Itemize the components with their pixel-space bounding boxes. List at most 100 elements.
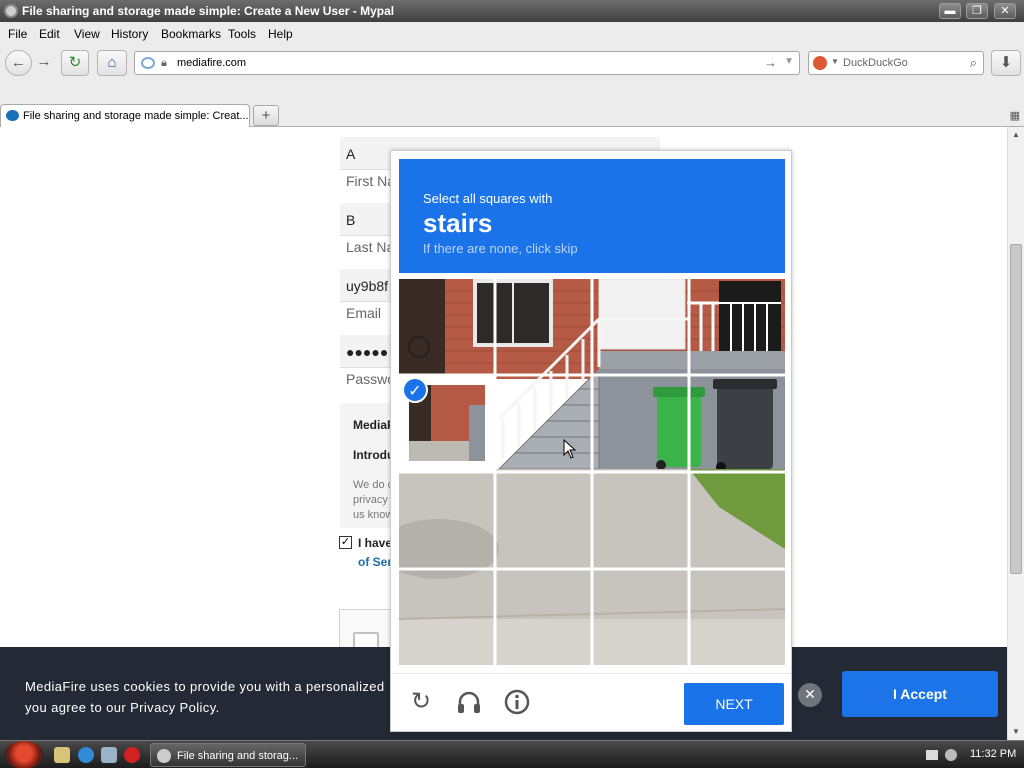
grid-tile[interactable] bbox=[495, 569, 591, 665]
tab-mediafire[interactable]: File sharing and storage made simple: Cr… bbox=[0, 104, 250, 127]
grid-tile[interactable] bbox=[592, 375, 688, 471]
close-window-button[interactable]: ✕ bbox=[994, 3, 1016, 19]
grid-tile[interactable] bbox=[399, 569, 495, 665]
menu-edit[interactable]: Edit bbox=[39, 27, 60, 41]
first-name-label: First Na bbox=[346, 173, 395, 189]
plus-icon: + bbox=[261, 107, 271, 124]
cookie-message-line: MediaFire uses cookies to provide you wi… bbox=[25, 679, 385, 694]
minimize-button[interactable]: ▬ bbox=[939, 3, 961, 19]
challenge-header: Select all squares with stairs If there … bbox=[399, 159, 785, 273]
grid-tile[interactable] bbox=[592, 569, 688, 665]
menu-file[interactable]: File bbox=[8, 27, 27, 41]
info-paragraph-line: We do c bbox=[353, 479, 394, 491]
cookie-message: MediaFire uses cookies to provide you wi… bbox=[25, 676, 385, 718]
go-arrow-icon[interactable]: → bbox=[764, 55, 777, 70]
menu-history[interactable]: History bbox=[111, 27, 148, 41]
info-paragraph-line: us know bbox=[353, 509, 394, 521]
next-button[interactable]: NEXT bbox=[684, 683, 784, 725]
grid-tile[interactable] bbox=[592, 279, 688, 375]
first-name-value: A bbox=[346, 146, 356, 162]
system-tray-icons[interactable] bbox=[925, 747, 961, 763]
window-titlebar: File sharing and storage made simple: Cr… bbox=[0, 0, 1024, 22]
duckduckgo-icon[interactable] bbox=[813, 56, 827, 70]
search-engine-dropdown-icon[interactable]: ▼ bbox=[831, 57, 839, 66]
email-label: Email bbox=[346, 305, 382, 321]
tile-selected-check-icon: ✓ bbox=[402, 377, 428, 403]
site-identity-icon[interactable] bbox=[141, 57, 155, 69]
password-value: ●●●●● bbox=[346, 344, 389, 360]
headphones-icon bbox=[458, 691, 480, 713]
quicklaunch-opera-icon[interactable] bbox=[124, 747, 140, 763]
grid-tile[interactable] bbox=[689, 472, 785, 568]
search-input[interactable]: DuckDuckGo bbox=[843, 57, 908, 69]
home-button[interactable]: ⌂ bbox=[97, 50, 127, 76]
grid-tile[interactable] bbox=[689, 569, 785, 665]
quicklaunch-ie-icon[interactable] bbox=[78, 747, 94, 763]
back-arrow-icon: ← bbox=[11, 54, 26, 71]
search-icon[interactable]: ⌕ bbox=[970, 55, 977, 71]
scroll-down-icon[interactable]: ▼ bbox=[1008, 724, 1024, 740]
scrollbar-thumb[interactable] bbox=[1010, 244, 1022, 574]
info-icon[interactable] bbox=[503, 688, 531, 716]
url-dropdown-icon[interactable]: ▼ bbox=[784, 56, 794, 67]
taskbar: File sharing and storag... 11:32 PM bbox=[0, 740, 1024, 768]
cookie-accept-button[interactable]: I Accept bbox=[842, 671, 998, 717]
challenge-footer: ↻ NEXT bbox=[391, 673, 791, 731]
browser-task-icon bbox=[157, 749, 171, 763]
menu-help[interactable]: Help bbox=[268, 27, 293, 41]
home-icon: ⌂ bbox=[107, 54, 117, 71]
menu-view[interactable]: View bbox=[74, 27, 100, 41]
maximize-button[interactable]: ❐ bbox=[966, 3, 988, 19]
reload-challenge-icon[interactable]: ↻ bbox=[407, 688, 435, 716]
grid-tile[interactable] bbox=[399, 472, 495, 568]
taskbar-window-label: File sharing and storag... bbox=[177, 750, 299, 762]
grid-tile[interactable] bbox=[495, 279, 591, 375]
taskbar-window-button[interactable]: File sharing and storag... bbox=[150, 743, 306, 767]
grid-tile[interactable] bbox=[689, 375, 785, 471]
recaptcha-challenge-dialog: Select all squares with stairs If there … bbox=[390, 150, 792, 732]
agree-terms-checkbox[interactable]: ✓ bbox=[339, 536, 352, 549]
quicklaunch-show-desktop-icon[interactable] bbox=[54, 747, 70, 763]
cookie-message-line: you agree to our Privacy Policy. bbox=[25, 700, 220, 715]
forward-button[interactable]: → bbox=[32, 50, 56, 76]
tab-groups-icon[interactable]: ▦ bbox=[1010, 109, 1020, 122]
info-paragraph-line: privacy bbox=[353, 494, 388, 506]
password-label: Passwo bbox=[346, 371, 396, 387]
reload-button[interactable]: ↻ bbox=[61, 50, 89, 76]
grid-tile[interactable] bbox=[399, 279, 495, 375]
page-scrollbar[interactable]: ▲ ▼ bbox=[1007, 127, 1024, 740]
info-circle-icon bbox=[504, 689, 530, 715]
mediafire-favicon-icon bbox=[6, 110, 19, 121]
back-button[interactable]: ← bbox=[5, 50, 32, 76]
url-text[interactable]: mediafire.com bbox=[177, 57, 246, 69]
quicklaunch-app-icon[interactable] bbox=[101, 747, 117, 763]
grid-tile[interactable] bbox=[495, 472, 591, 568]
download-icon: ⬇ bbox=[999, 54, 1013, 71]
forward-arrow-icon: → bbox=[36, 53, 52, 70]
grid-tile[interactable] bbox=[689, 279, 785, 375]
menu-tools[interactable]: Tools bbox=[228, 27, 256, 41]
grid-tile[interactable] bbox=[592, 472, 688, 568]
menu-bar: File Edit View History Bookmarks Tools H… bbox=[0, 22, 1024, 44]
downloads-button[interactable]: ⬇ bbox=[991, 50, 1021, 76]
start-button[interactable] bbox=[4, 741, 44, 768]
tray-network-volume-icon bbox=[926, 749, 957, 761]
tab-label: File sharing and storage made simple: Cr… bbox=[23, 110, 249, 122]
browser-app-icon bbox=[4, 4, 18, 18]
challenge-instruction: Select all squares with bbox=[423, 191, 553, 206]
tab-strip: File sharing and storage made simple: Cr… bbox=[0, 82, 1024, 127]
navigation-toolbar: ← → ↻ ⌂ 🔒︎ mediafire.com → ▼ ▼ DuckDuckG… bbox=[0, 44, 1024, 82]
audio-challenge-icon[interactable] bbox=[455, 688, 483, 716]
info-subheading: Introdu bbox=[353, 448, 395, 462]
taskbar-clock: 11:32 PM bbox=[970, 748, 1017, 760]
terms-of-service-link[interactable]: of Ser bbox=[358, 555, 392, 569]
new-tab-button[interactable]: + bbox=[253, 105, 279, 126]
email-value: uy9b8f bbox=[346, 278, 389, 294]
search-bar[interactable]: ▼ DuckDuckGo ⌕ bbox=[808, 51, 984, 75]
challenge-target: stairs bbox=[423, 208, 493, 238]
scroll-up-icon[interactable]: ▲ bbox=[1008, 127, 1024, 143]
menu-bookmarks[interactable]: Bookmarks bbox=[161, 27, 221, 41]
screen: File sharing and storage made simple: Cr… bbox=[0, 0, 1024, 768]
address-bar[interactable]: 🔒︎ mediafire.com → ▼ bbox=[134, 51, 800, 75]
cookie-close-button[interactable]: ✕ bbox=[798, 683, 822, 707]
